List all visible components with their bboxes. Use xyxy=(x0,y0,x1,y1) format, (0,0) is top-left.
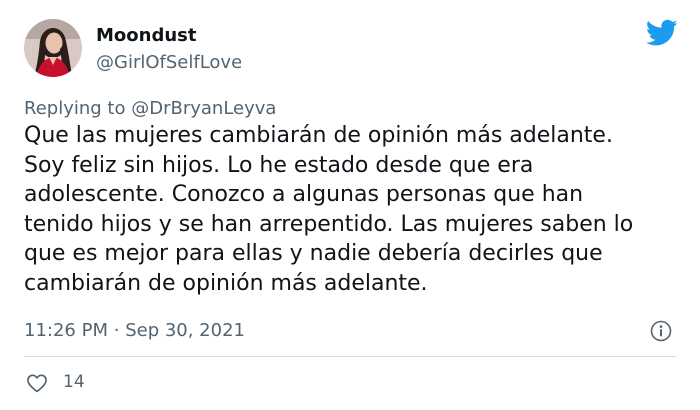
heart-icon[interactable] xyxy=(26,373,48,393)
tweet-text-line: cambiarán de opinión más adelante. xyxy=(24,270,428,296)
replying-to-label: Replying to xyxy=(24,98,126,119)
tweet-time[interactable]: 11:26 PM xyxy=(24,320,108,341)
tweet-timestamp: 11:26 PM · Sep 30, 2021 xyxy=(24,320,245,341)
tweet-text-line: tenido hijos y se han arrepentido. Las m… xyxy=(24,211,634,237)
meta-separator: · xyxy=(113,320,120,341)
tweet-text: Que las mujeres cambiarán de opinión más… xyxy=(24,121,684,298)
replying-to-line: Replying to @DrBryanLeyva xyxy=(24,98,276,119)
author-handle[interactable]: @GirlOfSelfLove xyxy=(96,52,242,73)
tweet-text-line: Que las mujeres cambiarán de opinión más… xyxy=(24,123,613,148)
tweet-date[interactable]: Sep 30, 2021 xyxy=(125,320,245,341)
tweet-card: Moondust @GirlOfSelfLove Replying to @Dr… xyxy=(0,0,700,410)
tweet-text-line: que es mejor para ellas y nadie debería … xyxy=(24,241,603,266)
profile-photo-icon xyxy=(24,19,82,77)
like-count: 14 xyxy=(63,372,85,392)
author-display-name[interactable]: Moondust xyxy=(96,25,196,46)
avatar[interactable] xyxy=(24,19,82,77)
twitter-bird-icon[interactable] xyxy=(646,19,678,47)
tweet-text-line: Soy feliz sin hijos. Lo he estado desde … xyxy=(24,152,534,178)
reply-mention-link[interactable]: @DrBryanLeyva xyxy=(131,98,276,119)
info-icon[interactable] xyxy=(650,320,672,342)
divider xyxy=(24,356,676,357)
tweet-text-line: adolescente. Conozco a algunas personas … xyxy=(24,182,584,207)
